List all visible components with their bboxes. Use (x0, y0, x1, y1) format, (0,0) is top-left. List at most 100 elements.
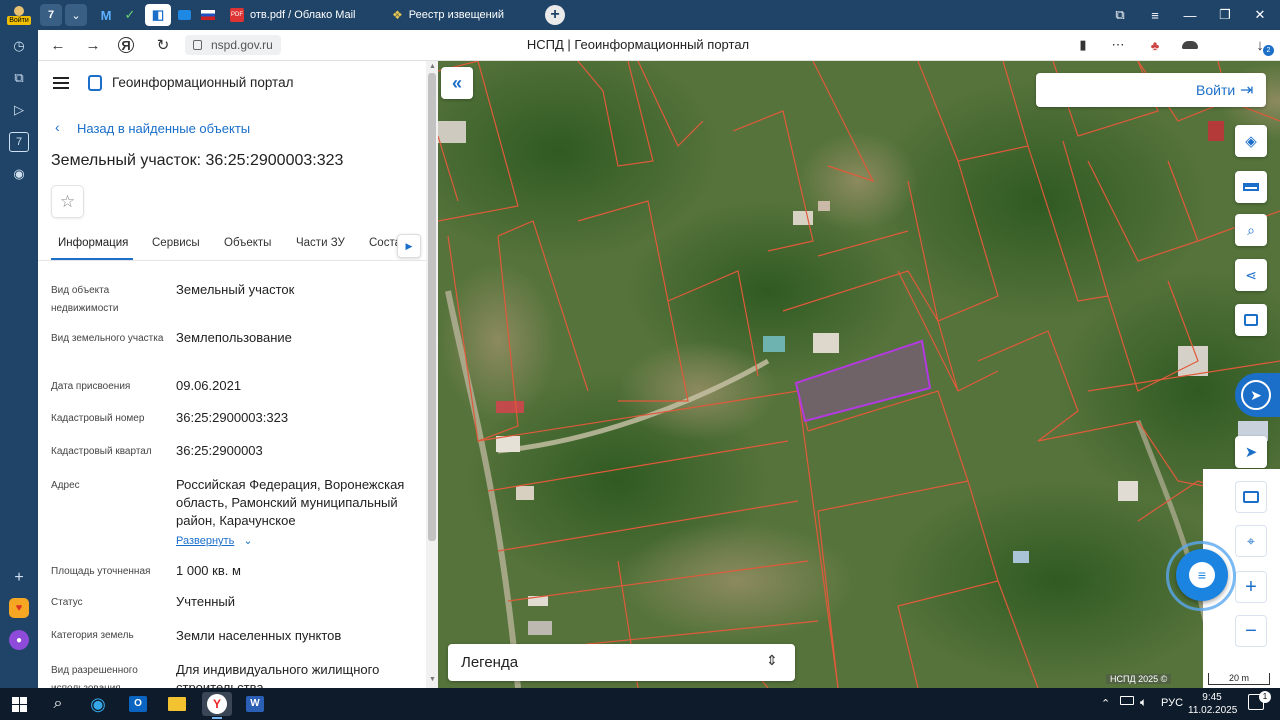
play-icon[interactable]: ▷ (9, 100, 29, 120)
zoom-out-icon[interactable]: − (1235, 615, 1267, 647)
active-tab-nspd[interactable]: ◧ (145, 4, 171, 26)
legend-label: Легенда (461, 654, 519, 671)
collapse-panel-icon[interactable]: « (441, 67, 473, 99)
checkmark-app-icon[interactable]: ✓ (120, 4, 140, 26)
scrollbar-thumb[interactable] (428, 73, 436, 541)
profile-button[interactable]: Войти (4, 4, 34, 26)
lock-icon (193, 40, 202, 50)
chat-bubble-icon: ➤ (1241, 380, 1271, 410)
minimap-icon[interactable] (1235, 481, 1267, 513)
menu-icon[interactable]: ≡ (1140, 4, 1170, 26)
close-button[interactable]: ✕ (1245, 4, 1275, 26)
tab-count-button[interactable]: 7 (40, 4, 62, 26)
alice-app-icon[interactable]: ● (9, 630, 29, 650)
ruler-icon[interactable] (1235, 171, 1267, 203)
locate-me-icon[interactable]: ➤ (1235, 436, 1267, 468)
print-icon[interactable] (1235, 304, 1267, 336)
share-icon[interactable]: ⋖ (1235, 259, 1267, 291)
favorite-star-icon[interactable]: ☆ (51, 185, 84, 218)
scroll-down-arrow-icon[interactable]: ▼ (429, 676, 436, 683)
edge-browser-icon[interactable]: ◉ (85, 692, 111, 716)
field-label-status: Статус (51, 597, 83, 608)
restore-button[interactable]: ❐ (1210, 4, 1240, 26)
tabs-divider (38, 260, 426, 261)
tab-registry[interactable]: ❖ Реестр извещений (386, 3, 536, 27)
clock[interactable]: 9:45 11.02.2025 (1188, 691, 1237, 717)
area-search-icon[interactable]: ⌕ (1235, 214, 1267, 246)
volume-icon[interactable]: 🔈︎ (1140, 695, 1147, 710)
market-app-icon[interactable]: ♥ (9, 598, 29, 618)
tab-information[interactable]: Информация (58, 237, 128, 249)
pdf-icon: PDF (230, 8, 244, 22)
back-to-results-link[interactable]: Назад в найденные объекты (77, 121, 250, 136)
tab-registry-label: Реестр извещений (408, 9, 505, 21)
map-scale: 20 m (1208, 673, 1270, 685)
map-view[interactable]: « Войти ⇥ ◈ ⌕ ⋖ ➤ ➤ ⌖ + − ≡ Легенда ⇕ НС… (438, 61, 1280, 688)
add-panel-icon[interactable]: + (9, 568, 29, 588)
zoom-in-icon[interactable]: + (1235, 571, 1267, 603)
hamburger-menu-icon[interactable] (53, 77, 69, 89)
reload-icon[interactable]: ↻ (153, 36, 173, 54)
url-text: nspd.gov.ru (211, 38, 273, 52)
tray-chevron-up-icon[interactable]: ⌃ (1101, 697, 1110, 710)
login-button[interactable]: Войти ⇥ (1036, 73, 1266, 107)
field-value-permitted-use: Для индивидуального жилищного строительс… (176, 662, 380, 688)
address-bar: ← → Я ↻ nspd.gov.ru НСПД | Геоинформацио… (38, 30, 1280, 61)
word-icon[interactable]: W (242, 692, 268, 716)
chat-lines-icon: ≡ (1189, 562, 1215, 588)
login-label: Войти (1196, 82, 1236, 98)
scroll-up-arrow-icon[interactable]: ▲ (429, 63, 436, 70)
mail-icon[interactable] (174, 4, 194, 26)
back-chevron-icon[interactable]: ‹ (55, 119, 60, 135)
field-label-assign-date: Дата присвоения (51, 381, 131, 392)
notifications-count-badge: 1 (1259, 691, 1271, 703)
downloads-count-badge: 2 (1263, 45, 1274, 56)
emblem-icon: ❖ (392, 8, 403, 22)
collections-icon[interactable]: ⧉ (9, 68, 29, 88)
chat-support-tab[interactable]: ➤ (1235, 373, 1280, 417)
tab-menu-icon[interactable]: ⋯ (1108, 36, 1128, 54)
history-icon[interactable]: ◷ (9, 36, 29, 56)
tabs-seven-icon[interactable]: 7 (9, 132, 29, 152)
field-value-land-type: Землепользование (176, 330, 292, 345)
field-label-permitted-use: Вид разрешенного использования (51, 665, 138, 688)
panel-scrollbar[interactable]: ▲ ▼ (426, 61, 438, 688)
assistant-chat-button[interactable]: ≡ (1176, 549, 1228, 601)
yandex-browser-taskbar-icon[interactable]: Y (202, 692, 232, 716)
field-value-address: Российская Федерация, Воронежская област… (176, 477, 405, 528)
flag-icon[interactable] (198, 4, 218, 26)
file-explorer-icon[interactable] (164, 692, 190, 716)
new-tab-button[interactable]: + (545, 5, 565, 25)
tab-objects[interactable]: Объекты (224, 237, 271, 249)
geolocation-icon[interactable]: ⌖ (1235, 525, 1267, 557)
back-arrow-icon[interactable]: ← (48, 36, 68, 54)
tabs-scroll-right-icon[interactable]: ▶ (397, 234, 421, 258)
tab-services[interactable]: Сервисы (152, 237, 200, 249)
extension-hat-icon[interactable] (1180, 36, 1200, 54)
url-field[interactable]: nspd.gov.ru (185, 35, 281, 55)
camera-icon[interactable]: ◉ (9, 164, 29, 184)
field-value-status: Учтенный (176, 594, 236, 609)
search-icon[interactable]: ⌕ (45, 692, 71, 716)
language-indicator[interactable]: РУС (1161, 697, 1183, 709)
tab-pdf-label: отв.pdf / Облако Mail (250, 9, 356, 21)
chevron-down-icon[interactable]: ⌄ (65, 4, 87, 26)
tab-parts[interactable]: Части ЗУ (296, 237, 345, 249)
minimize-button[interactable]: — (1175, 4, 1205, 26)
windows-start-icon[interactable] (6, 692, 32, 716)
legend-dropdown[interactable]: Легенда ⇕ (448, 644, 795, 681)
layers-icon[interactable]: ◈ (1235, 125, 1267, 157)
expand-address-link[interactable]: Развернуть ⌄ (176, 534, 253, 547)
yandex-icon[interactable]: Я (118, 37, 134, 53)
mail-m-icon[interactable]: M (96, 4, 116, 26)
forward-arrow-icon[interactable]: → (83, 36, 103, 54)
tab-composition[interactable]: Соста (369, 237, 399, 249)
outlook-icon[interactable]: O (125, 692, 151, 716)
battery-icon[interactable] (1120, 696, 1134, 705)
bookmark-icon[interactable]: ▮ (1073, 36, 1093, 54)
field-label-land-category: Категория земель (51, 630, 134, 641)
collections-icon[interactable]: ⧉ (1105, 4, 1135, 26)
extension-icon[interactable]: ♣ (1145, 36, 1165, 54)
field-label-cadastral-number: Кадастровый номер (51, 413, 145, 424)
tab-pdf[interactable]: PDF отв.pdf / Облако Mail (224, 3, 384, 27)
